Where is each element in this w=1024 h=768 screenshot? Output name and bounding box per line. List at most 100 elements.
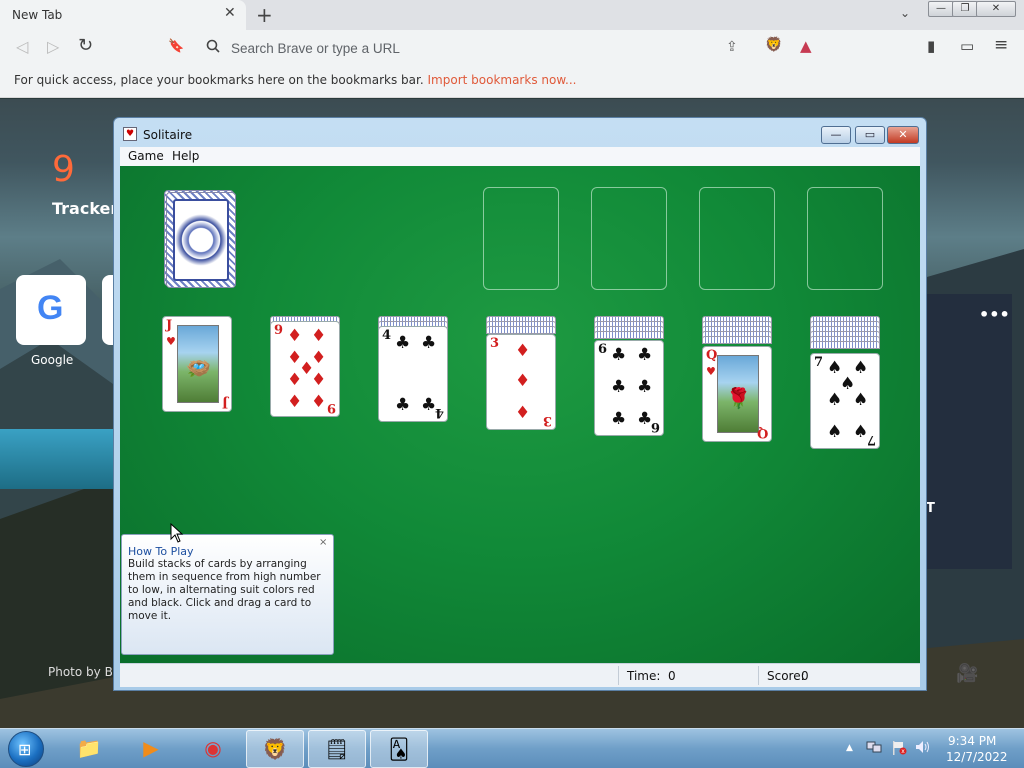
sticky-notes-icon: 🗒 xyxy=(324,737,350,761)
window-title: Solitaire xyxy=(143,128,193,142)
diamond-icon: ♦ xyxy=(515,341,531,361)
back-icon[interactable]: ◁ xyxy=(16,37,28,56)
folder-icon: 📁 xyxy=(76,736,102,760)
taskbar-explorer[interactable]: 📁 xyxy=(60,730,118,768)
brave-icon: 🦁 xyxy=(262,737,288,761)
how-to-play-tooltip: × How To Play Build stacks of cards by a… xyxy=(121,534,334,655)
bookmarks-bar: For quick access, place your bookmarks h… xyxy=(0,66,1024,98)
club-icon: ♣ xyxy=(637,345,653,365)
bookmarks-hint: For quick access, place your bookmarks h… xyxy=(14,73,424,87)
club-icon: ♣ xyxy=(611,377,627,397)
club-icon: ♣ xyxy=(637,409,653,429)
club-icon: ♣ xyxy=(395,395,411,415)
queen-face-illustration: 🌹 xyxy=(717,355,759,433)
menu-icon[interactable]: ≡ xyxy=(994,35,1008,55)
tableau-6-face-card[interactable]: Q ♥ 🌹 Q xyxy=(702,346,772,442)
club-icon: ♣ xyxy=(421,333,437,353)
tab-new-tab[interactable]: New Tab ✕ xyxy=(0,0,246,30)
club-icon: ♣ xyxy=(395,333,411,353)
svg-text:x: x xyxy=(901,748,905,755)
clock-date[interactable]: 12/7/2022 xyxy=(946,750,1008,764)
action-center-flag-icon[interactable]: x xyxy=(891,740,907,760)
window-minimize-button[interactable]: — xyxy=(928,1,954,17)
card-rank-bottom: 4 xyxy=(434,405,444,420)
tableau-4-face-card[interactable]: 3 ♦ ♦ ♦ 3 xyxy=(486,334,556,430)
network-icon[interactable] xyxy=(866,740,882,758)
news-widget[interactable] xyxy=(926,294,1012,569)
window-restore-button[interactable]: ❐ xyxy=(952,1,978,17)
forward-icon[interactable]: ▷ xyxy=(47,37,59,56)
wallet-icon[interactable]: ▭ xyxy=(960,37,974,55)
tableau-7-face-card[interactable]: 7 ♠ ♠ ♠ ♠ ♠ ♠ ♠ 7 xyxy=(810,353,880,449)
maximize-button[interactable]: ▭ xyxy=(855,126,885,144)
diamond-icon: ♦ xyxy=(311,326,327,346)
widget-more-icon[interactable]: ••• xyxy=(979,305,1010,324)
start-button[interactable]: ⊞ xyxy=(8,731,44,767)
tooltip-close-icon[interactable]: × xyxy=(319,537,327,548)
google-shortcut-tile[interactable]: G xyxy=(16,275,86,345)
diamond-icon: ♦ xyxy=(287,370,303,390)
tab-search-chevron-icon[interactable]: ⌄ xyxy=(900,6,910,20)
brave-rewards-icon[interactable]: ▲ xyxy=(800,37,812,55)
lake-background xyxy=(0,429,130,489)
card-rank: 4 xyxy=(382,328,392,343)
sidebar-icon[interactable]: ▮ xyxy=(927,37,935,55)
address-bar[interactable]: Search Brave or type a URL ⇪ xyxy=(196,33,756,63)
brave-shields-icon[interactable]: 🦁 xyxy=(765,37,782,53)
score-value: 0 xyxy=(801,669,809,683)
taskbar-solitaire[interactable]: 🂡 xyxy=(370,730,428,768)
taskbar-sticky-notes[interactable]: 🗒 xyxy=(308,730,366,768)
photo-credit[interactable]: Photo by Bo xyxy=(48,665,120,679)
diamond-icon: ♦ xyxy=(515,403,531,423)
menu-game[interactable]: Game xyxy=(128,149,164,163)
solitaire-icon: 🂡 xyxy=(388,737,410,761)
search-icon xyxy=(206,39,220,57)
import-bookmarks-link[interactable]: Import bookmarks now... xyxy=(428,73,577,87)
bookmark-icon[interactable]: 🔖 xyxy=(168,39,184,54)
foundation-slot-1[interactable] xyxy=(483,187,559,290)
taskbar-media-player[interactable]: ▶ xyxy=(122,730,180,768)
heart-icon: ♥ xyxy=(166,335,176,348)
menu-help[interactable]: Help xyxy=(172,149,199,163)
google-logo-icon: G xyxy=(37,289,64,327)
chrome-icon: ◉ xyxy=(204,736,222,760)
hidden-card xyxy=(486,326,556,334)
tooltip-title: How To Play xyxy=(128,545,194,558)
tableau-2-face-card[interactable]: 9 ♦ ♦ ♦ ♦ ♦ ♦ ♦ ♦ ♦ 9 xyxy=(270,321,340,417)
foundation-slot-4[interactable] xyxy=(807,187,883,290)
video-call-icon[interactable]: 🎥 xyxy=(956,663,978,684)
rose-icon: 🌹 xyxy=(726,386,751,410)
clock-time[interactable]: 9:34 PM xyxy=(948,734,996,748)
new-tab-button[interactable]: + xyxy=(256,3,273,27)
diamond-icon: ♦ xyxy=(287,392,303,412)
spade-icon: ♠ xyxy=(853,358,869,378)
card-rank: 7 xyxy=(814,355,824,370)
trackers-blocked-count: 9 xyxy=(52,149,75,190)
window-close-button[interactable]: ✕ xyxy=(976,1,1016,17)
reload-icon[interactable]: ↻ xyxy=(78,35,93,56)
status-divider xyxy=(758,666,759,685)
stock-card-back[interactable] xyxy=(166,192,236,288)
tableau-1-face-card[interactable]: J ♥ 🪺 J xyxy=(162,316,232,412)
close-button[interactable]: ✕ xyxy=(887,126,919,144)
taskbar-chrome[interactable]: ◉ xyxy=(184,730,242,768)
tab-close-icon[interactable]: ✕ xyxy=(224,5,236,21)
foundation-slot-2[interactable] xyxy=(591,187,667,290)
tableau-3-face-card[interactable]: 4 ♣ ♣ ♣ ♣ 4 xyxy=(378,326,448,422)
taskbar-brave[interactable]: 🦁 xyxy=(246,730,304,768)
minimize-button[interactable]: — xyxy=(821,126,851,144)
diamond-icon: ♦ xyxy=(515,371,531,391)
card-rank: 9 xyxy=(274,323,284,338)
tray-expand-icon[interactable]: ▲ xyxy=(846,743,853,753)
time-value: 0 xyxy=(668,669,676,683)
foundation-slot-3[interactable] xyxy=(699,187,775,290)
tableau-5-face-card[interactable]: 6 ♣ ♣ ♣ ♣ ♣ ♣ 6 xyxy=(594,340,664,436)
card-rank-bottom: J xyxy=(221,395,228,410)
google-shortcut-label: Google xyxy=(31,353,74,367)
media-player-icon: ▶ xyxy=(143,736,159,760)
volume-icon[interactable] xyxy=(915,740,931,758)
hidden-card xyxy=(594,331,664,339)
club-icon: ♣ xyxy=(421,395,437,415)
share-icon[interactable]: ⇪ xyxy=(726,39,738,55)
hidden-card xyxy=(810,341,880,349)
